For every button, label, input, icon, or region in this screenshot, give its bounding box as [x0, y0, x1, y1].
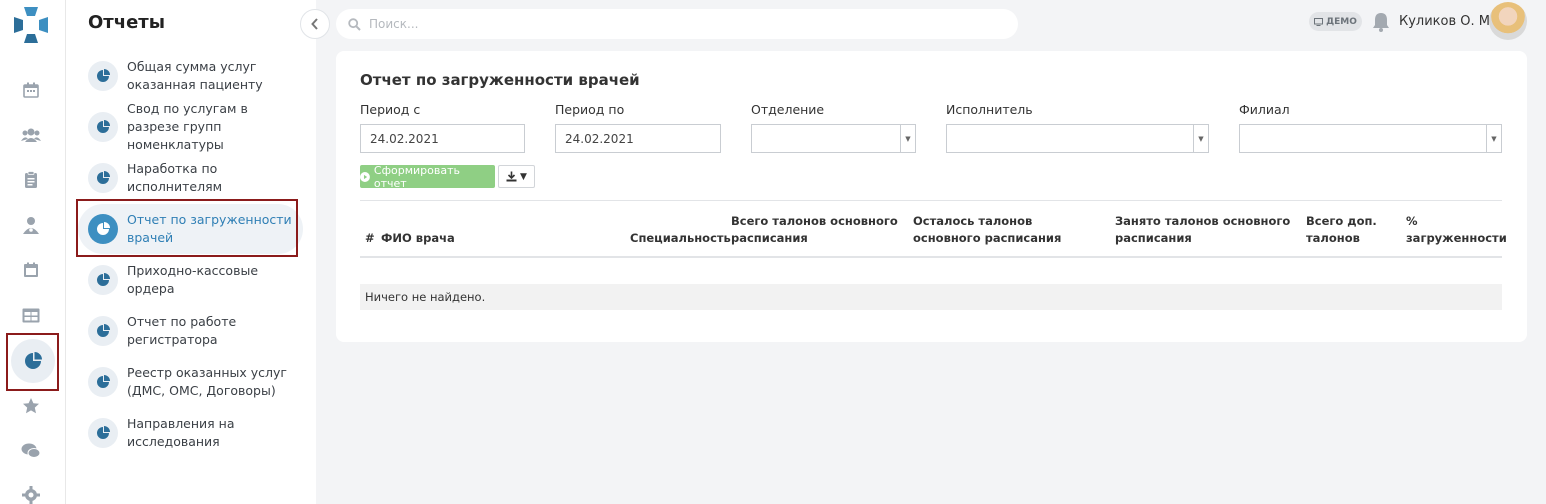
executor-select[interactable]: ▼ — [946, 124, 1209, 153]
chevron-left-icon — [311, 18, 318, 30]
department-label: Отделение — [751, 102, 825, 117]
pie-chart-icon[interactable] — [11, 339, 55, 383]
sidebar-item-executors-output[interactable]: Наработка по исполнителям — [78, 153, 303, 203]
sidebar-item-label: Отчет по работе регистратора — [127, 314, 237, 347]
demo-badge-label: ДЕМО — [1326, 16, 1357, 27]
user-name[interactable]: Куликов О. М. — [1399, 14, 1494, 29]
sidebar-item-services-registry[interactable]: Реестр оказанных услуг (ДМС, ОМС, Догово… — [78, 357, 303, 407]
column-header-extra-tickets[interactable]: Всего доп. талонов — [1306, 213, 1386, 247]
report-card: Отчет по загруженности врачей Период с 2… — [336, 51, 1527, 342]
sidebar-item-label: Наработка по исполнителям — [127, 161, 223, 194]
sidebar-item-services-summary[interactable]: Свод по услугам в разрезе групп номенкла… — [78, 101, 303, 152]
dropdown-caret-icon: ▼ — [1193, 125, 1208, 152]
period-to-label: Период по — [555, 102, 625, 117]
sidebar-item-label: Приходно-кассовые ордера — [127, 263, 259, 296]
sidebar-title: Отчеты — [88, 12, 166, 33]
demo-badge: ДЕМО — [1309, 12, 1362, 31]
collapse-sidebar-button[interactable] — [300, 9, 330, 39]
pie-chart-icon — [88, 367, 118, 397]
sidebar-item-total-services[interactable]: Общая сумма услуг оказанная пациенту — [78, 51, 303, 101]
sidebar-item-label: Общая сумма услуг оказанная пациенту — [127, 59, 263, 92]
period-from-label: Период с — [360, 102, 421, 117]
generate-report-label: Сформировать отчет — [373, 163, 460, 190]
user-avatar[interactable] — [1489, 2, 1527, 40]
branch-label: Филиал — [1239, 102, 1290, 117]
department-select[interactable]: ▼ — [751, 124, 916, 153]
column-header-doctor-name[interactable]: ФИО врача — [381, 230, 455, 247]
star-icon[interactable] — [20, 395, 42, 417]
play-circle-icon — [360, 171, 370, 182]
search-bar — [336, 9, 1018, 39]
search-input[interactable] — [369, 17, 969, 31]
column-header-load-percent[interactable]: % загруженности — [1406, 213, 1507, 247]
dropdown-caret-icon: ▼ — [900, 125, 915, 152]
column-header-remaining-tickets[interactable]: Осталось талонов основного расписания — [913, 213, 1103, 247]
pie-chart-icon — [88, 316, 118, 346]
chat-icon[interactable] — [20, 440, 42, 462]
notifications-bell-icon[interactable] — [1372, 12, 1390, 32]
caret-down-icon: ▼ — [520, 171, 527, 182]
search-icon — [348, 17, 361, 31]
table-icon[interactable] — [20, 304, 42, 326]
pie-chart-icon — [88, 163, 118, 193]
column-header-specialty[interactable]: Специальность — [630, 230, 731, 247]
users-icon[interactable] — [20, 124, 42, 146]
clipboard-icon[interactable] — [20, 169, 42, 191]
download-icon — [506, 171, 517, 182]
rail-active-highlight — [6, 333, 59, 391]
period-from-input[interactable]: 24.02.2021 — [360, 124, 525, 153]
sidebar-item-label: Свод по услугам в разрезе групп номенкла… — [127, 101, 248, 152]
sidebar-item-registrar-report[interactable]: Отчет по работе регистратора — [78, 306, 303, 356]
branch-select[interactable]: ▼ — [1239, 124, 1502, 153]
pie-chart-icon — [88, 61, 118, 91]
column-header-taken-tickets[interactable]: Занято талонов основного расписания — [1115, 213, 1295, 247]
table-empty-row: Ничего не найдено. — [360, 284, 1502, 310]
generate-report-button[interactable]: Сформировать отчет — [360, 163, 495, 190]
pie-chart-icon — [88, 112, 118, 142]
period-to-input[interactable]: 24.02.2021 — [555, 124, 721, 153]
dropdown-caret-icon: ▼ — [1486, 125, 1501, 152]
doctor-icon[interactable] — [20, 214, 42, 236]
icon-rail — [0, 0, 66, 504]
sidebar-item-label: Реестр оказанных услуг (ДМС, ОМС, Догово… — [127, 365, 287, 398]
column-header-total-tickets[interactable]: Всего талонов основного расписания — [731, 213, 901, 247]
sidebar-item-label: Направления на исследования — [127, 416, 235, 449]
sidebar-item-cash-orders[interactable]: Приходно-кассовые ордера — [78, 255, 303, 305]
schedule-icon[interactable] — [20, 259, 42, 281]
column-header-number[interactable]: # — [365, 230, 375, 247]
report-table-header: # ФИО врача Специальность Всего талонов … — [360, 200, 1507, 258]
pie-chart-icon — [88, 418, 118, 448]
pie-chart-icon — [88, 265, 118, 295]
monitor-icon — [1314, 17, 1324, 26]
calendar-icon[interactable] — [20, 79, 42, 101]
app-logo[interactable] — [12, 5, 50, 45]
settings-icon[interactable] — [20, 484, 42, 504]
sidebar-active-highlight — [76, 199, 298, 257]
download-dropdown-button[interactable]: ▼ — [498, 165, 535, 188]
report-title: Отчет по загруженности врачей — [360, 71, 640, 89]
executor-label: Исполнитель — [946, 102, 1033, 117]
sidebar-item-research-referrals[interactable]: Направления на исследования — [78, 408, 303, 458]
